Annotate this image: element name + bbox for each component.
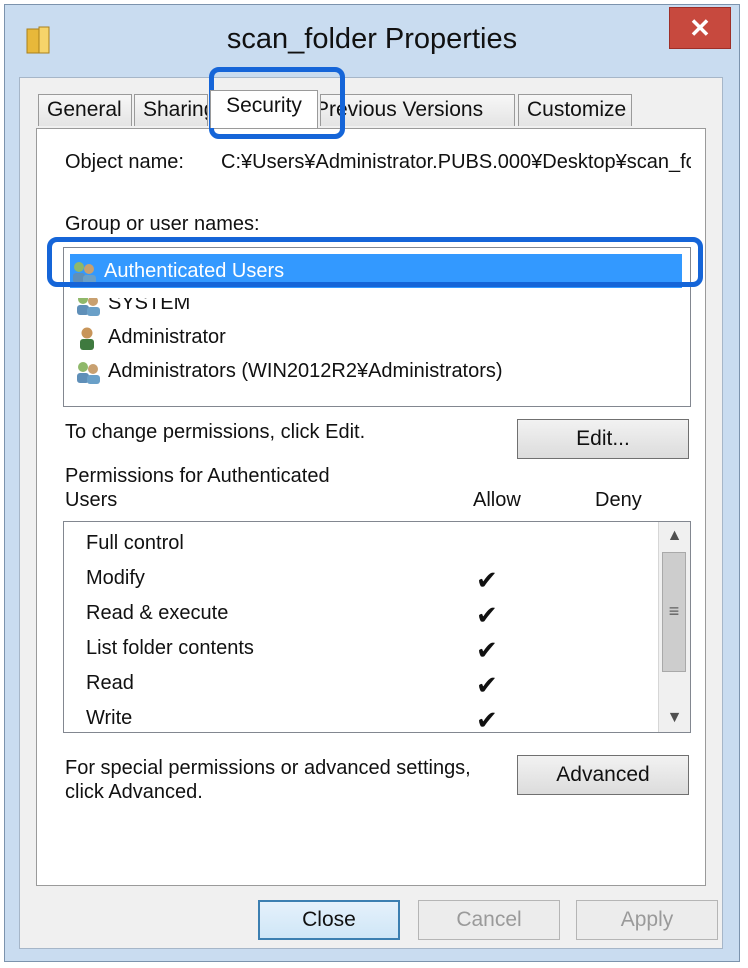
cancel-button[interactable]: Cancel bbox=[418, 900, 560, 940]
security-tab-panel: Object name: C:¥Users¥Administrator.PUBS… bbox=[36, 128, 706, 886]
permission-name: Write bbox=[86, 707, 133, 729]
special-permissions-text: For special permissions or advanced sett… bbox=[65, 757, 471, 779]
allow-check[interactable]: ✔ bbox=[476, 565, 498, 596]
user-list: Authenticated Users SYSTEM Administrator bbox=[63, 247, 691, 407]
list-item-authenticated-users[interactable]: Authenticated Users bbox=[70, 254, 682, 288]
tab-customize[interactable]: Customize bbox=[518, 94, 632, 126]
permissions-for-label-user: Users bbox=[65, 489, 118, 511]
permission-name: Modify bbox=[86, 567, 145, 589]
object-name-label: Object name: bbox=[65, 151, 184, 173]
permission-name: List folder contents bbox=[86, 637, 254, 659]
tab-previous-versions[interactable]: Previous Versions bbox=[320, 94, 515, 126]
tab-security[interactable]: Security bbox=[210, 90, 318, 128]
allow-check[interactable]: ✔ bbox=[476, 705, 498, 732]
list-item-system[interactable]: SYSTEM bbox=[74, 292, 191, 320]
group-or-user-names-label: Group or user names: bbox=[65, 213, 260, 235]
permissions-scrollbar[interactable]: ▲ ≡ ▼ bbox=[658, 522, 690, 732]
dialog-client-area: General Sharing Security Previous Versio… bbox=[19, 77, 723, 949]
permission-row: Read ✔ bbox=[64, 668, 654, 703]
list-item-label: Administrators (WIN2012R2¥Administrators… bbox=[108, 360, 503, 382]
users-group-icon bbox=[77, 298, 100, 316]
permission-row: Read & execute ✔ bbox=[64, 598, 654, 633]
permission-row: Write ✔ bbox=[64, 703, 654, 732]
close-button[interactable]: Close bbox=[258, 900, 400, 940]
object-name-value: C:¥Users¥Administrator.PUBS.000¥Desktop¥… bbox=[221, 151, 691, 173]
permission-name: Full control bbox=[86, 532, 184, 554]
users-group-icon bbox=[77, 361, 100, 384]
apply-button[interactable]: Apply bbox=[576, 900, 718, 940]
allow-check[interactable]: ✔ bbox=[476, 635, 498, 666]
allow-column-header: Allow bbox=[473, 489, 521, 511]
permission-row: Modify ✔ bbox=[64, 563, 654, 598]
list-item-administrators[interactable]: Administrators (WIN2012R2¥Administrators… bbox=[74, 354, 503, 388]
permission-name: Read bbox=[86, 672, 134, 694]
permission-row: List folder contents ✔ bbox=[64, 633, 654, 668]
advanced-button[interactable]: Advanced bbox=[517, 755, 689, 795]
edit-button[interactable]: Edit... bbox=[517, 419, 689, 459]
tab-general[interactable]: General bbox=[38, 94, 132, 126]
scroll-down-arrow-icon[interactable]: ▼ bbox=[659, 704, 690, 732]
permission-row: Full control bbox=[64, 528, 654, 563]
change-permissions-text: To change permissions, click Edit. bbox=[65, 421, 366, 443]
permission-name: Read & execute bbox=[86, 602, 229, 624]
tab-sharing[interactable]: Sharing bbox=[134, 94, 208, 126]
scroll-up-arrow-icon[interactable]: ▲ bbox=[659, 522, 690, 550]
list-item-label: SYSTEM bbox=[108, 292, 191, 314]
list-item-label: Administrator bbox=[108, 326, 226, 348]
title-bar: scan_folder Properties ✕ bbox=[5, 5, 739, 77]
properties-window: scan_folder Properties ✕ General Sharing… bbox=[4, 4, 740, 962]
list-item-administrator[interactable]: Administrator bbox=[74, 320, 226, 354]
permissions-for-label: Permissions for Authenticated bbox=[65, 465, 330, 487]
window-title: scan_folder Properties bbox=[226, 23, 518, 55]
scrollbar-thumb[interactable]: ≡ bbox=[662, 552, 686, 672]
allow-check[interactable]: ✔ bbox=[476, 670, 498, 701]
special-permissions-text-2: click Advanced. bbox=[65, 781, 203, 803]
list-item-label: Authenticated Users bbox=[104, 260, 285, 282]
permissions-list: Full control Modify ✔ Read & execute ✔ L… bbox=[63, 521, 691, 733]
allow-check[interactable]: ✔ bbox=[476, 600, 498, 631]
deny-column-header: Deny bbox=[595, 489, 642, 511]
user-icon bbox=[80, 327, 94, 350]
window-close-button[interactable]: ✕ bbox=[669, 7, 731, 49]
users-group-icon bbox=[73, 261, 96, 284]
